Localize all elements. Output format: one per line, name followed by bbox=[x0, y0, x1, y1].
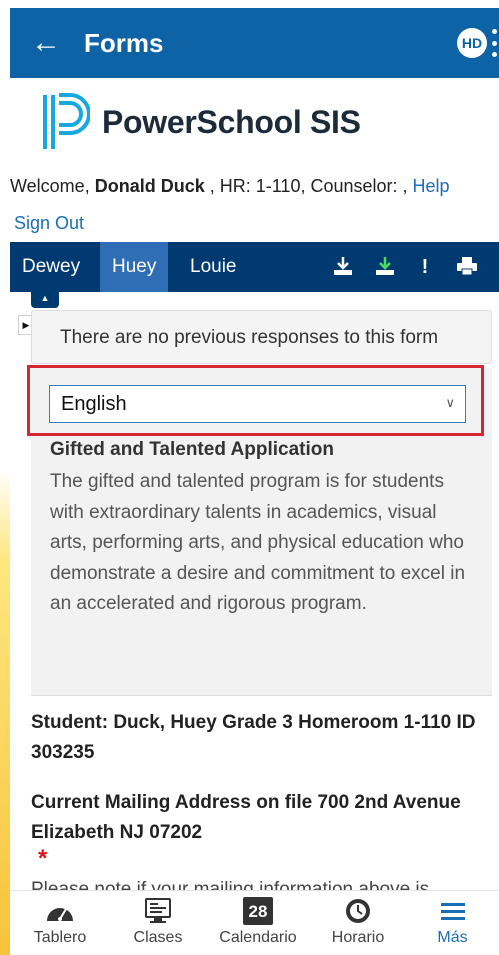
calendar-day: 28 bbox=[248, 902, 268, 921]
welcome-line: Welcome, Donald Duck , HR: 1-110, Counse… bbox=[10, 176, 450, 197]
kebab-menu-icon[interactable] bbox=[491, 29, 497, 57]
page-title: Forms bbox=[84, 27, 164, 58]
nav-clases[interactable]: Clases bbox=[110, 891, 206, 955]
nav-label: Clases bbox=[133, 929, 183, 946]
student-info: Student: Duck, Huey Grade 3 Homeroom 1-1… bbox=[31, 712, 476, 763]
avatar[interactable]: HD bbox=[457, 28, 487, 58]
app-bar: ← Forms HD bbox=[10, 8, 499, 78]
user-name: Donald Duck bbox=[94, 176, 205, 196]
left-accent-strip bbox=[0, 0, 10, 955]
brand-name: PowerSchool SIS bbox=[102, 103, 361, 140]
nav-mas[interactable]: Más bbox=[406, 891, 499, 955]
nav-calendario[interactable]: 28 Calendario bbox=[206, 891, 310, 955]
nav-tablero[interactable]: Tablero bbox=[10, 891, 110, 955]
nav-label: Más bbox=[437, 929, 468, 946]
calendar-icon: 28 bbox=[243, 897, 273, 925]
powerschool-logo-icon bbox=[43, 93, 90, 149]
form-description: The gifted and talented program is for s… bbox=[50, 471, 466, 614]
schedule-clock-icon bbox=[346, 899, 370, 923]
download-icon[interactable] bbox=[330, 255, 356, 279]
required-asterisk: * bbox=[38, 845, 48, 872]
tab-louie[interactable]: Louie bbox=[178, 242, 249, 292]
mailing-address: Current Mailing Address on file 700 2nd … bbox=[31, 792, 461, 843]
student-tabs-bar: Dewey Huey Louie ! bbox=[10, 242, 499, 292]
alert-icon[interactable]: ! bbox=[412, 255, 438, 279]
language-select[interactable]: English ∨ bbox=[49, 385, 466, 423]
homeroom-counselor-text: , HR: 1-110, Counselor: , bbox=[209, 176, 408, 196]
chevron-down-icon: ∨ bbox=[445, 395, 455, 410]
dashboard-gauge-icon bbox=[47, 908, 73, 921]
help-link[interactable]: Help bbox=[413, 176, 450, 196]
back-arrow-icon[interactable]: ← bbox=[22, 26, 70, 60]
bottom-navigation: Tablero Clases 28 Calendario Horario Más bbox=[10, 890, 499, 955]
tab-huey[interactable]: Huey bbox=[100, 242, 169, 292]
no-responses-notice: There are no previous responses to this … bbox=[31, 310, 492, 364]
nav-horario[interactable]: Horario bbox=[310, 891, 406, 955]
menu-hamburger-icon bbox=[440, 903, 465, 920]
tab-dewey[interactable]: Dewey bbox=[10, 242, 92, 292]
nav-label: Calendario bbox=[219, 929, 297, 946]
form-title: Gifted and Talented Application bbox=[50, 439, 334, 460]
printer-icon[interactable] bbox=[454, 255, 480, 279]
collapse-up-icon[interactable]: ▲ bbox=[31, 292, 59, 308]
nav-label: Horario bbox=[331, 929, 385, 946]
download-green-icon[interactable] bbox=[372, 255, 398, 279]
sign-out-link[interactable]: Sign Out bbox=[14, 213, 84, 234]
nav-label: Tablero bbox=[33, 929, 87, 946]
classes-monitor-icon bbox=[145, 898, 171, 923]
language-select-value: English bbox=[61, 393, 127, 415]
welcome-prefix: Welcome, bbox=[10, 176, 90, 196]
powerschool-logo: PowerSchool SIS bbox=[40, 92, 361, 152]
mailing-note-text: Please note if your mailing information … bbox=[31, 879, 430, 890]
